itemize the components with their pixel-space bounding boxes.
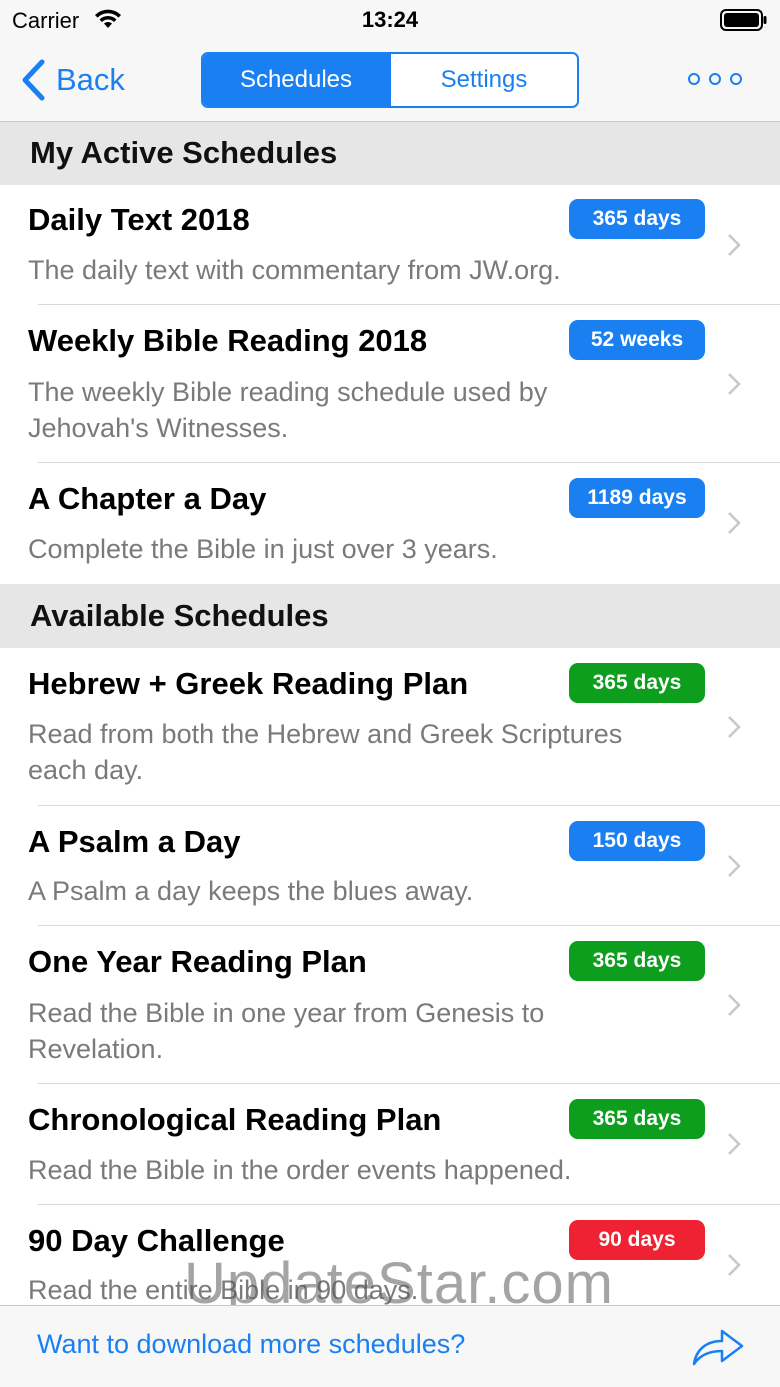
back-button[interactable]: Back: [20, 56, 125, 104]
row-description: The weekly Bible reading schedule used b…: [28, 377, 548, 443]
row-title: Daily Text 2018: [28, 202, 250, 237]
chevron-right-icon: [728, 1133, 741, 1155]
chevron-right-icon: [728, 994, 741, 1016]
chevron-right-icon: [728, 716, 741, 738]
row-title: Weekly Bible Reading 2018: [28, 323, 428, 358]
status-time: 13:24: [361, 7, 419, 32]
schedule-row-hebrew-greek[interactable]: Hebrew + Greek Reading Plan 365 days Rea…: [0, 648, 780, 806]
row-title: 90 Day Challenge: [28, 1223, 285, 1258]
segment-settings[interactable]: Settings: [389, 54, 577, 106]
segmented-control: Schedules Settings: [201, 52, 579, 108]
duration-badge: 52 weeks: [569, 320, 705, 360]
row-description: A Psalm a day keeps the blues away.: [28, 876, 474, 906]
duration-badge: 365 days: [569, 941, 705, 981]
row-title: A Psalm a Day: [28, 824, 241, 859]
schedule-row-chronological[interactable]: Chronological Reading Plan 365 days Read…: [0, 1084, 780, 1205]
section-title: My Active Schedules: [30, 135, 338, 170]
section-title: Available Schedules: [30, 598, 329, 633]
chevron-right-icon: [728, 855, 741, 877]
status-bar: Carrier 13:24: [0, 0, 780, 40]
row-description: Read the Bible in the order events happe…: [28, 1155, 572, 1185]
screen: Carrier 13:24 Back Schedules Settings My…: [0, 0, 780, 1387]
duration-badge: 365 days: [569, 199, 705, 239]
nav-bar: Back Schedules Settings: [0, 40, 780, 122]
segment-schedules[interactable]: Schedules: [203, 54, 389, 106]
row-description: The daily text with commentary from JW.o…: [28, 255, 561, 285]
battery-icon: [720, 9, 767, 31]
chevron-right-icon: [728, 512, 741, 534]
back-chevron-icon: [22, 59, 45, 101]
row-description: Read from both the Hebrew and Greek Scri…: [28, 719, 623, 785]
row-title: One Year Reading Plan: [28, 944, 367, 979]
duration-badge: 90 days: [569, 1220, 705, 1260]
share-icon[interactable]: [690, 1326, 746, 1370]
duration-badge: 1189 days: [569, 478, 705, 518]
download-more-link[interactable]: Want to download more schedules?: [37, 1329, 465, 1360]
section-header-available: Available Schedules: [0, 584, 780, 648]
bottom-toolbar: Want to download more schedules?: [0, 1305, 780, 1387]
schedule-row-90-day-challenge[interactable]: 90 Day Challenge 90 days Read the entire…: [0, 1205, 780, 1305]
chevron-right-icon: [728, 1254, 741, 1276]
duration-badge: 365 days: [569, 663, 705, 703]
chevron-right-icon: [728, 234, 741, 256]
row-title: Hebrew + Greek Reading Plan: [28, 666, 469, 701]
row-title: A Chapter a Day: [28, 481, 267, 516]
schedule-row-weekly-bible-reading[interactable]: Weekly Bible Reading 2018 52 weeks The w…: [0, 305, 780, 463]
schedule-row-daily-text[interactable]: Daily Text 2018 365 days The daily text …: [0, 185, 780, 305]
duration-badge: 365 days: [569, 1099, 705, 1139]
more-icon[interactable]: [686, 70, 744, 88]
duration-badge: 150 days: [569, 821, 705, 861]
schedule-row-psalm-a-day[interactable]: A Psalm a Day 150 days A Psalm a day kee…: [0, 806, 780, 926]
chevron-right-icon: [728, 373, 741, 395]
row-description: Complete the Bible in just over 3 years.: [28, 534, 498, 564]
section-header-active: My Active Schedules: [0, 122, 780, 185]
back-label: Back: [56, 62, 125, 97]
schedule-row-chapter-a-day[interactable]: A Chapter a Day 1189 days Complete the B…: [0, 463, 780, 584]
row-description: Read the Bible in one year from Genesis …: [28, 998, 545, 1064]
row-description: Read the entire Bible in 90 days.: [28, 1275, 419, 1305]
row-title: Chronological Reading Plan: [28, 1102, 442, 1137]
schedule-row-one-year[interactable]: One Year Reading Plan 365 days Read the …: [0, 926, 780, 1084]
